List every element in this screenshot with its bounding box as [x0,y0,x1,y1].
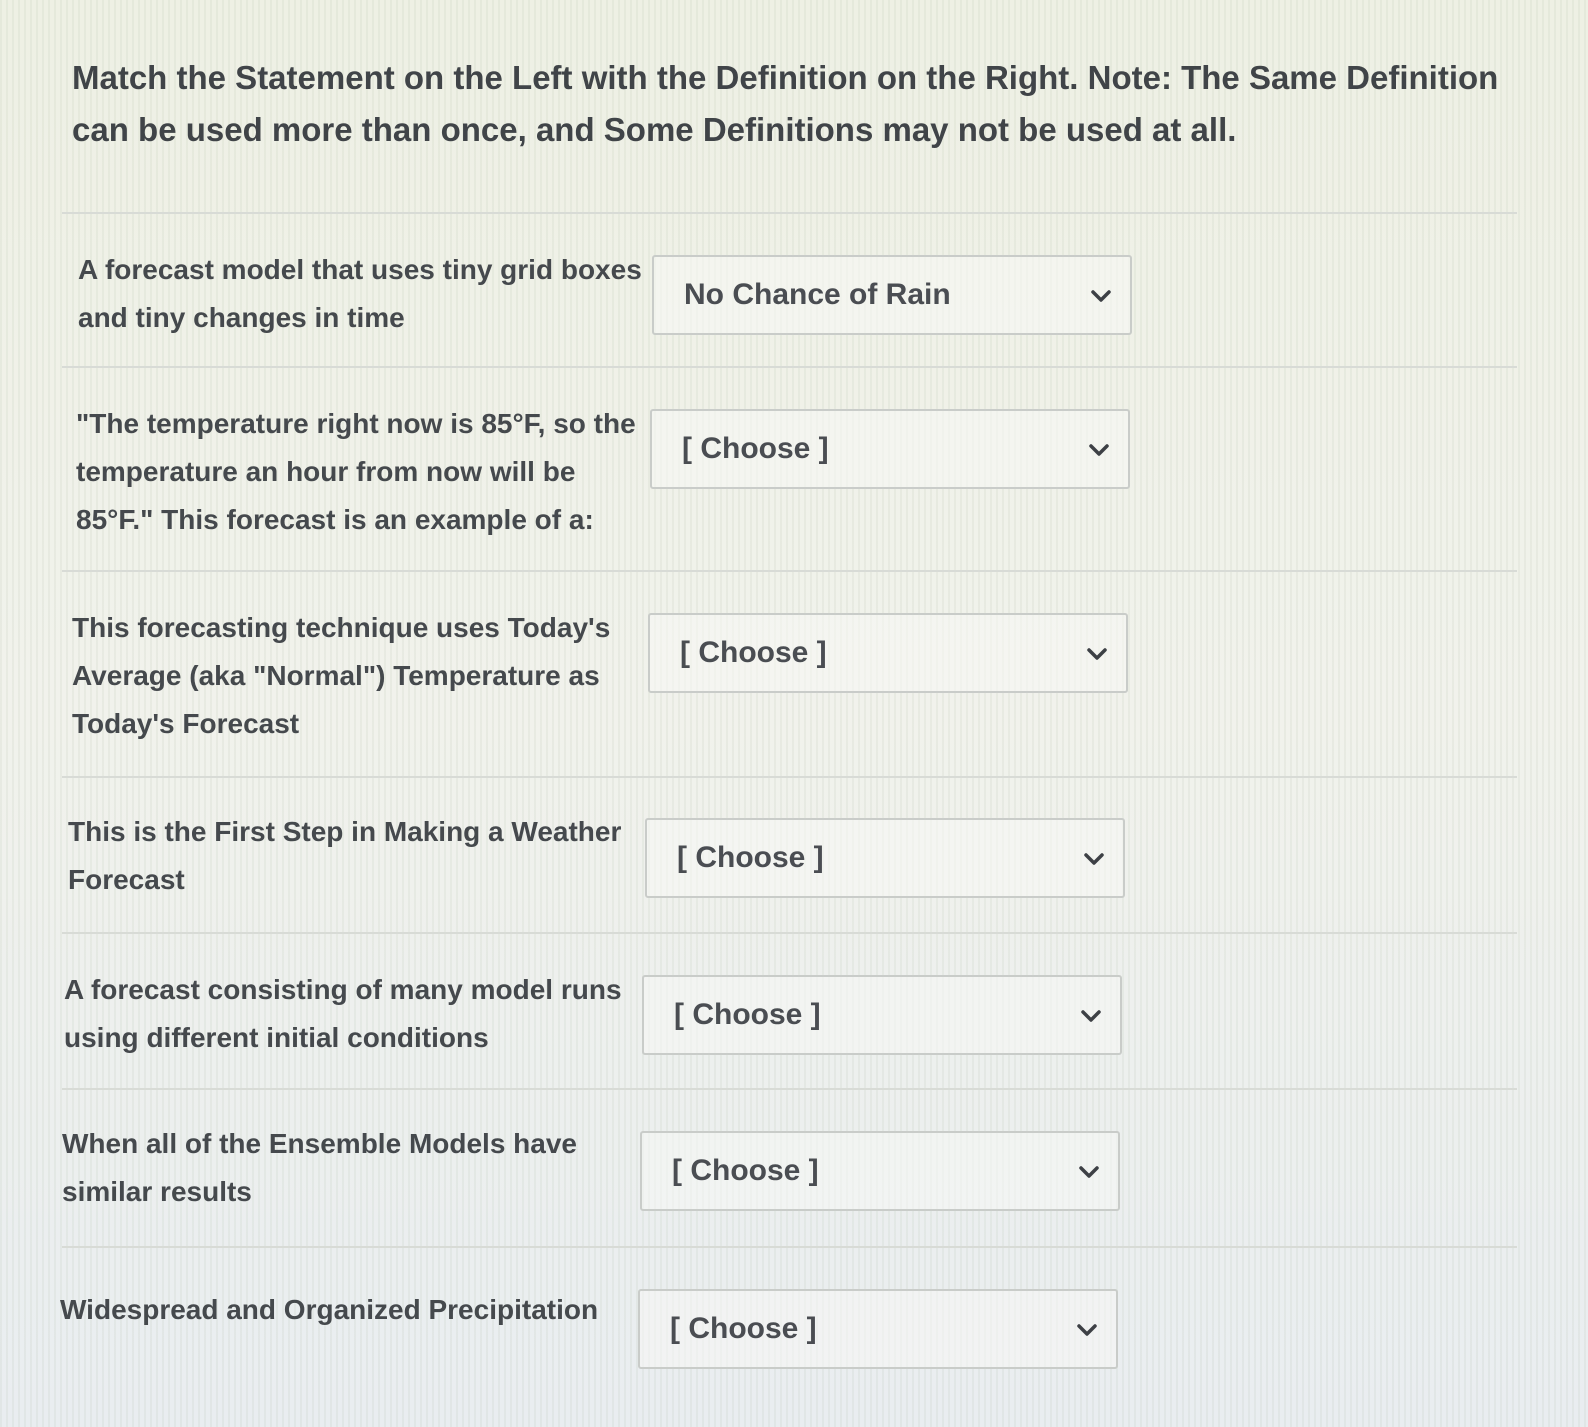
select-value-2: [ Choose ] [682,432,829,465]
statement-3: This forecasting technique uses Today's … [72,612,611,739]
definition-select-4[interactable]: [ Choose ] [645,818,1125,898]
select-value-7: [ Choose ] [670,1312,817,1345]
statement-5: A forecast consisting of many model runs… [64,974,622,1053]
question-instructions: Match the Statement on the Left with the… [72,59,1499,148]
chevron-down-icon [1079,1166,1099,1178]
select-value-3: [ Choose ] [680,636,827,669]
definition-select-1[interactable]: No Chance of Rain [652,255,1132,335]
select-value-6: [ Choose ] [672,1154,819,1187]
divider [62,1246,1517,1248]
divider [62,212,1517,214]
divider [62,932,1517,934]
select-value-5: [ Choose ] [674,998,821,1031]
divider [62,1088,1517,1090]
definition-select-3[interactable]: [ Choose ] [648,613,1128,693]
select-value-4: [ Choose ] [677,841,824,874]
divider [62,776,1517,778]
chevron-down-icon [1077,1324,1097,1336]
definition-select-5[interactable]: [ Choose ] [642,975,1122,1055]
quiz-page: Match the Statement on the Left with the… [0,0,1588,1427]
chevron-down-icon [1091,290,1111,302]
chevron-down-icon [1081,1010,1101,1022]
chevron-down-icon [1087,648,1107,660]
chevron-down-icon [1089,444,1109,456]
statement-6: When all of the Ensemble Models have sim… [62,1128,577,1207]
divider [62,570,1517,572]
select-value-1: No Chance of Rain [684,278,951,311]
chevron-down-icon [1084,853,1104,865]
statement-4: This is the First Step in Making a Weath… [68,816,622,895]
divider [62,366,1517,368]
definition-select-6[interactable]: [ Choose ] [640,1131,1120,1211]
statement-1: A forecast model that uses tiny grid box… [78,254,642,333]
definition-select-7[interactable]: [ Choose ] [638,1289,1118,1369]
statement-7: Widespread and Organized Precipitation [60,1294,599,1325]
definition-select-2[interactable]: [ Choose ] [650,409,1130,489]
statement-2: "The temperature right now is 85°F, so t… [76,408,636,535]
